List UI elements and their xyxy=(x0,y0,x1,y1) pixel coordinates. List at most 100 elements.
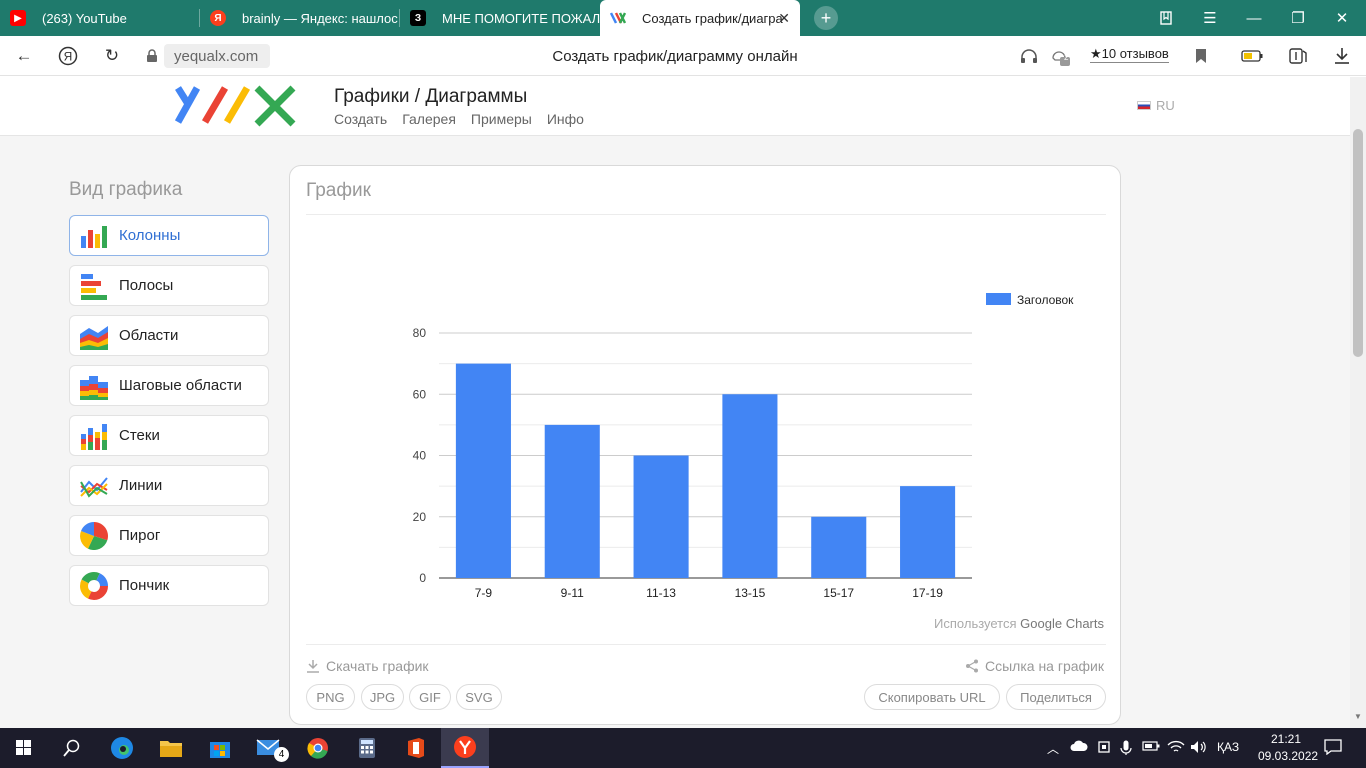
gif-button[interactable]: GIF xyxy=(409,684,451,710)
windows-start-icon[interactable] xyxy=(0,728,48,768)
battery-saver-icon[interactable] xyxy=(1240,44,1264,68)
taskbar: 4 ︿ ҚАЗ 21:21 09.03.2022 xyxy=(0,728,1366,768)
credit-link[interactable]: Google Charts xyxy=(1020,616,1104,631)
scrollbar-thumb[interactable] xyxy=(1353,129,1363,357)
download-icon xyxy=(307,660,319,673)
bar xyxy=(544,424,600,578)
search-icon[interactable] xyxy=(48,728,96,768)
onedrive-icon[interactable] xyxy=(1070,740,1088,755)
clock-date: 09.03.2022 xyxy=(1258,749,1319,763)
copy-url-button[interactable]: Скопировать URL xyxy=(864,684,1000,710)
close-window-icon[interactable]: ✕ xyxy=(1320,0,1364,36)
chart-type-lines[interactable]: Линии xyxy=(69,465,269,506)
svg-text:Я: Я xyxy=(64,50,73,64)
tab-yequalx[interactable]: Создать график/диагра ✕ xyxy=(600,0,800,36)
tab-youtube[interactable]: ▶ (263) YouTube xyxy=(0,0,200,36)
chart-type-pie[interactable]: Пирог xyxy=(69,515,269,556)
input-language[interactable]: ҚАЗ xyxy=(1217,740,1239,754)
divider xyxy=(306,214,1106,215)
address-bar: ← Я ↻ yequalx.com Создать график/диаграм… xyxy=(0,36,1366,76)
nav-examples[interactable]: Примеры xyxy=(471,111,532,127)
chrome-icon[interactable] xyxy=(294,728,342,768)
url-field[interactable]: yequalx.com xyxy=(164,44,270,68)
x-tick-label: 11-13 xyxy=(646,586,676,600)
pie-chart-icon xyxy=(80,521,108,550)
scroll-down-icon[interactable]: ▼ xyxy=(1354,712,1362,721)
share-button[interactable]: Поделиться xyxy=(1006,684,1106,710)
bar xyxy=(900,486,956,578)
chart-type-label: Полосы xyxy=(119,277,174,294)
x-tick-label: 15-17 xyxy=(823,586,854,600)
system-clock[interactable]: 21:21 09.03.2022 xyxy=(1258,731,1319,765)
yandex-home-icon[interactable]: Я xyxy=(56,44,80,68)
tab-znanija[interactable]: З МНЕ ПОМОГИТЕ ПОЖАЛ xyxy=(400,0,600,36)
notifications-icon[interactable]: 2 xyxy=(1048,44,1072,68)
edge-icon[interactable] xyxy=(98,728,146,768)
svg-button[interactable]: SVG xyxy=(456,684,502,710)
notification-center-icon[interactable] xyxy=(1324,739,1342,758)
store-icon[interactable] xyxy=(196,728,244,768)
download-chart: Скачать график xyxy=(306,658,429,674)
column-chart-icon xyxy=(81,225,107,248)
download-label: Скачать график xyxy=(326,658,429,674)
device-icon[interactable] xyxy=(1097,740,1111,757)
bar xyxy=(722,394,778,578)
restore-icon[interactable]: ❐ xyxy=(1276,0,1320,36)
credit-prefix: Используется xyxy=(934,616,1017,631)
back-arrow-icon[interactable]: ← xyxy=(12,44,36,68)
calculator-icon[interactable] xyxy=(343,728,391,768)
site-logo[interactable] xyxy=(174,84,297,128)
chart-type-bars[interactable]: Полосы xyxy=(69,265,269,306)
collections-icon[interactable] xyxy=(1286,44,1310,68)
minimize-icon[interactable]: — xyxy=(1232,0,1276,36)
legend-label: Заголовок xyxy=(1017,293,1074,307)
yandex-browser-icon[interactable] xyxy=(441,728,489,768)
png-button[interactable]: PNG xyxy=(306,684,355,710)
office-icon[interactable] xyxy=(392,728,440,768)
bar-chart-icon xyxy=(81,273,107,300)
headphones-icon[interactable] xyxy=(1017,44,1041,68)
mail-icon[interactable]: 4 xyxy=(245,728,293,768)
bar xyxy=(811,516,867,578)
nav-create[interactable]: Создать xyxy=(334,111,387,127)
wifi-icon[interactable] xyxy=(1167,740,1185,757)
lock-icon[interactable] xyxy=(140,44,164,68)
language-label: RU xyxy=(1156,98,1175,113)
x-tick-label: 13-15 xyxy=(735,586,766,600)
x-tick-label: 7-9 xyxy=(475,586,493,600)
chevron-up-icon[interactable]: ︿ xyxy=(1047,740,1059,757)
chart-type-stepped-areas[interactable]: Шаговые области xyxy=(69,365,269,406)
column-chart: 0 20 40 60 80 7-9 9-11 11-13 13-15 15-17 17-19 Заго… xyxy=(413,293,1074,600)
yequalx-icon xyxy=(610,10,626,26)
russia-flag-icon xyxy=(1137,101,1151,110)
bookmarks-panel-icon[interactable] xyxy=(1144,0,1188,36)
chart-type-areas[interactable]: Области xyxy=(69,315,269,356)
tab-label: МНЕ ПОМОГИТЕ ПОЖАЛ xyxy=(442,10,600,26)
link-label: Ссылка на график xyxy=(985,658,1104,674)
file-explorer-icon[interactable] xyxy=(147,728,195,768)
chart-type-donut[interactable]: Пончик xyxy=(69,565,269,606)
tab-yandex-search[interactable]: Я brainly — Яндекс: нашлос xyxy=(200,0,400,36)
menu-icon[interactable]: ☰ xyxy=(1188,0,1232,36)
download-icon[interactable] xyxy=(1330,44,1354,68)
reviews-link[interactable]: ★10 отзывов xyxy=(1090,46,1169,63)
nav-info[interactable]: Инфо xyxy=(547,111,584,127)
site-title: Графики / Диаграммы xyxy=(334,86,528,107)
microphone-icon[interactable] xyxy=(1120,740,1132,759)
chart-type-columns[interactable]: Колонны xyxy=(69,215,269,256)
share-icon xyxy=(966,659,978,673)
volume-icon[interactable] xyxy=(1190,740,1208,757)
language-switcher[interactable]: RU xyxy=(1137,98,1175,113)
reload-icon[interactable]: ↻ xyxy=(100,44,124,68)
chart-type-stacks[interactable]: Стеки xyxy=(69,415,269,456)
new-tab-button[interactable]: + xyxy=(800,0,852,36)
battery-icon[interactable] xyxy=(1142,740,1160,755)
scrollbar[interactable]: ▼ xyxy=(1350,77,1366,728)
close-tab-icon[interactable]: ✕ xyxy=(778,10,790,27)
chart-link: Ссылка на график xyxy=(965,658,1104,674)
site-nav: Создать Галерея Примеры Инфо xyxy=(334,111,584,127)
y-tick-label: 20 xyxy=(413,510,427,524)
nav-gallery[interactable]: Галерея xyxy=(402,111,456,127)
bookmark-icon[interactable] xyxy=(1189,44,1213,68)
jpg-button[interactable]: JPG xyxy=(361,684,404,710)
